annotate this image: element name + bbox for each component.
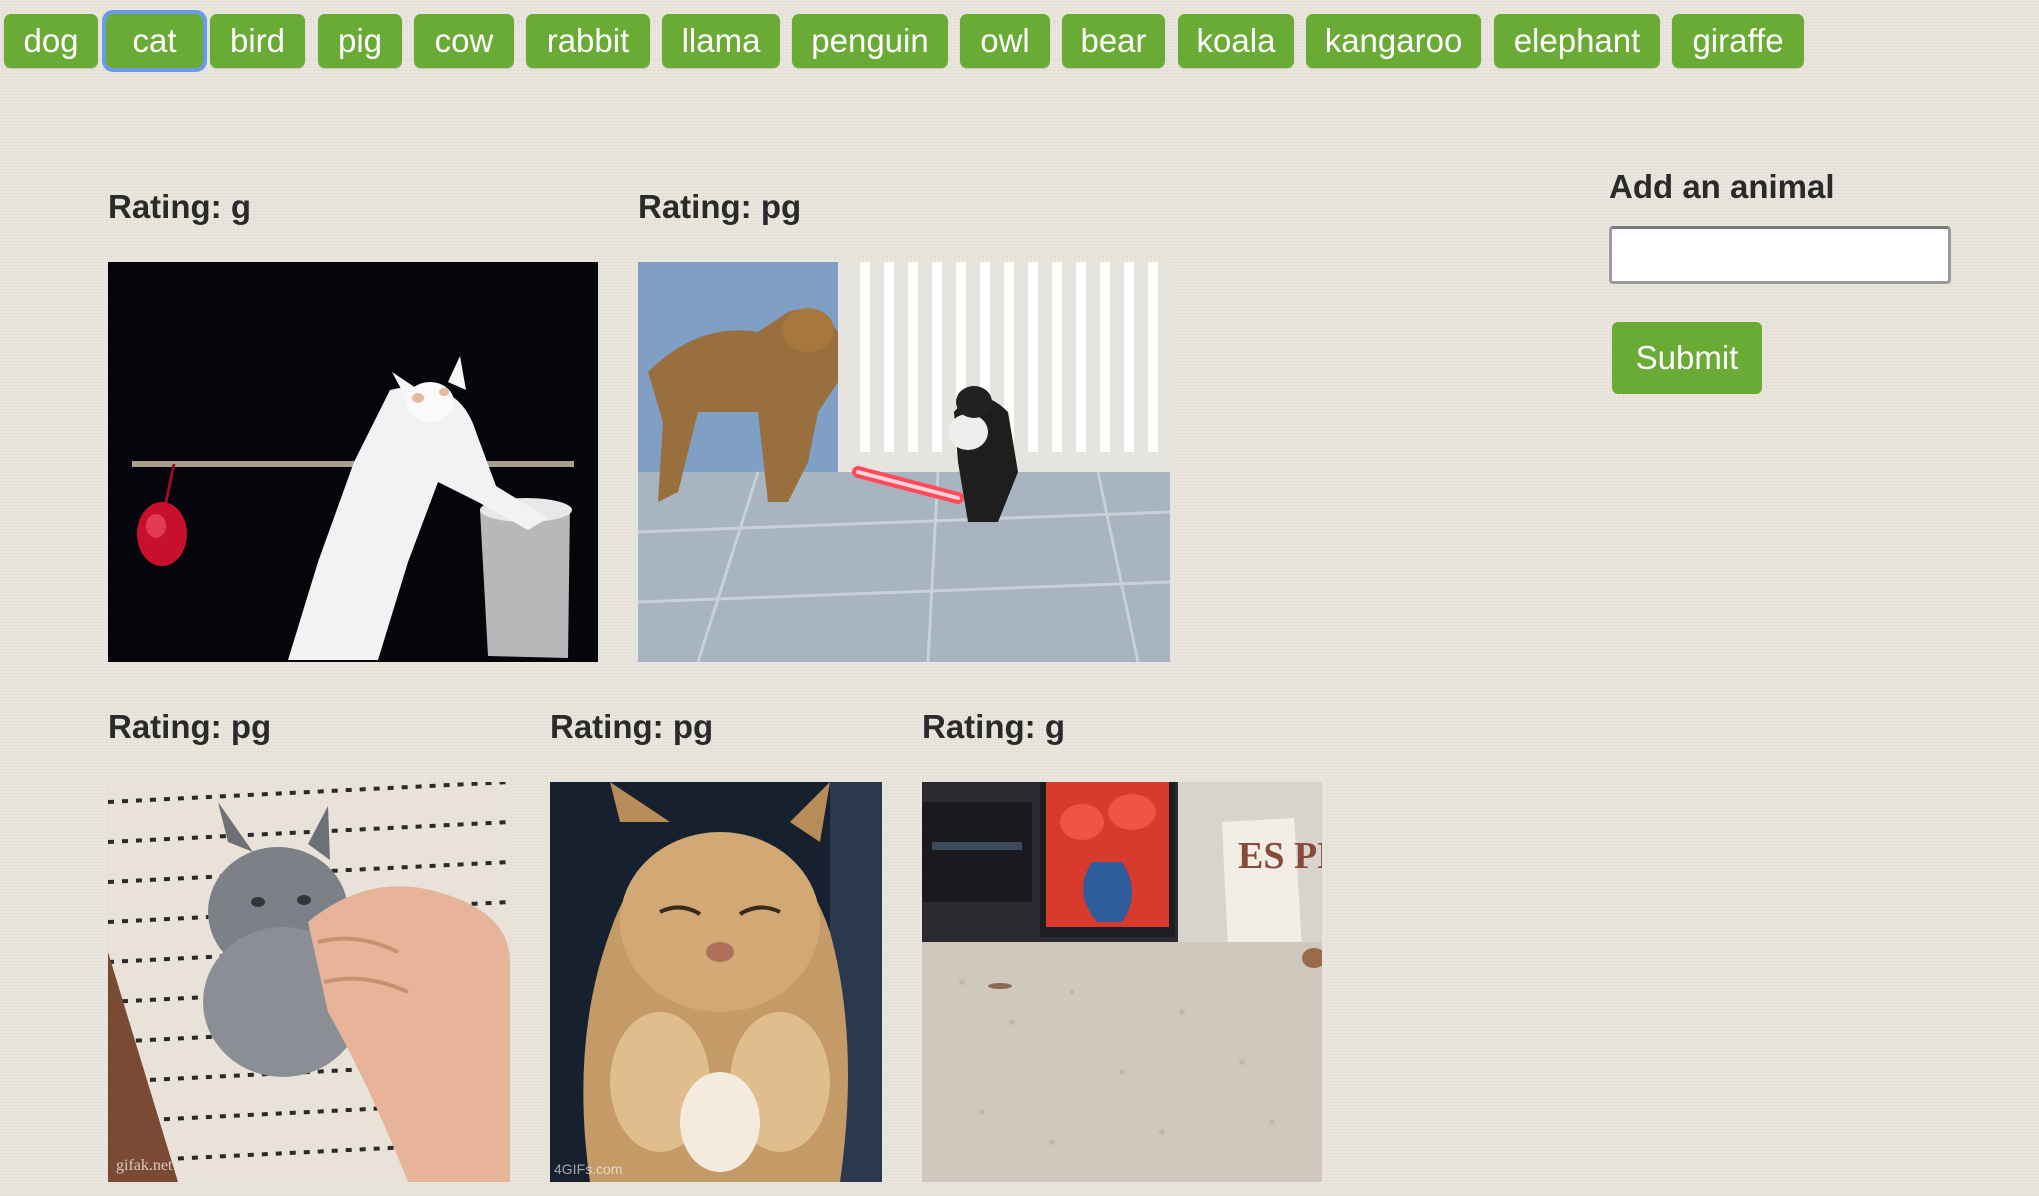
gif-cat-carpet-espn[interactable]: ES PN xyxy=(922,782,1322,1182)
animal-button-kangaroo[interactable]: kangaroo xyxy=(1306,14,1481,68)
gif-dog-cat-lightsaber[interactable] xyxy=(638,262,1170,662)
animal-button-cat[interactable]: cat xyxy=(102,10,207,72)
animal-button-owl[interactable]: owl xyxy=(960,14,1050,68)
animal-button-koala[interactable]: koala xyxy=(1178,14,1294,68)
gif-grey-kitten-hand-image: gifak.net xyxy=(108,782,510,1182)
gif-cat-carpet-espn-image: ES PN xyxy=(922,782,1322,1182)
animal-button-cow[interactable]: cow xyxy=(414,14,514,68)
gif-rating-label: Rating: g xyxy=(922,708,1065,745)
espn-box-text: ES PN xyxy=(1238,835,1322,877)
gif-rating-label: Rating: pg xyxy=(550,708,714,745)
submit-button[interactable]: Submit xyxy=(1612,322,1762,394)
gif-orange-kitten-sleepy[interactable]: 4GIFs.com xyxy=(550,782,882,1182)
gif-rating-label: Rating: pg xyxy=(638,188,802,225)
animal-button-bear[interactable]: bear xyxy=(1062,14,1165,68)
animal-button-penguin[interactable]: penguin xyxy=(792,14,948,68)
animal-button-dog[interactable]: dog xyxy=(4,14,98,68)
gif-rating-label: Rating: pg xyxy=(108,708,272,745)
gif-dog-cat-lightsaber-image xyxy=(638,262,1170,662)
animal-button-llama[interactable]: llama xyxy=(662,14,780,68)
animal-button-bird[interactable]: bird xyxy=(210,14,305,68)
gif-watermark: gifak.net xyxy=(116,1157,173,1174)
animal-button-rabbit[interactable]: rabbit xyxy=(526,14,650,68)
animal-button-giraffe[interactable]: giraffe xyxy=(1672,14,1804,68)
gif-orange-kitten-sleepy-image: 4GIFs.com xyxy=(550,782,882,1182)
gif-white-cat-yarn[interactable] xyxy=(108,262,598,662)
animal-button-elephant[interactable]: elephant xyxy=(1494,14,1660,68)
add-animal-label: Add an animal xyxy=(1609,168,1835,205)
gif-white-cat-yarn-image xyxy=(108,262,598,662)
gif-grey-kitten-hand[interactable]: gifak.net xyxy=(108,782,510,1182)
gif-rating-label: Rating: g xyxy=(108,188,251,225)
gif-watermark: 4GIFs.com xyxy=(554,1161,622,1177)
animal-input[interactable] xyxy=(1609,226,1951,284)
animal-button-pig[interactable]: pig xyxy=(318,14,402,68)
